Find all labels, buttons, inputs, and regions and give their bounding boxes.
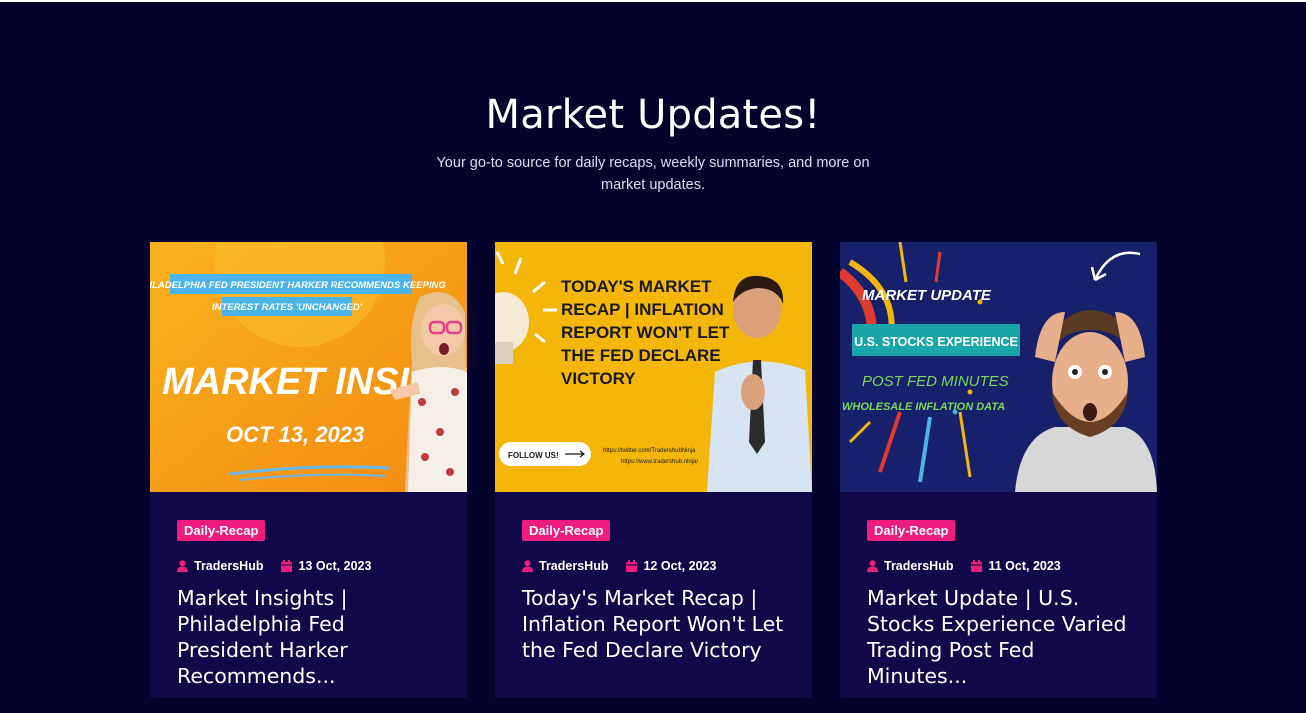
svg-text:VICTORY: VICTORY xyxy=(561,369,636,388)
author-name: TradersHub xyxy=(539,559,609,573)
page-subtitle: Your go-to source for daily recaps, week… xyxy=(436,155,870,193)
article-thumbnail[interactable]: PHILADELPHIA FED PRESIDENT HARKER RECOMM… xyxy=(150,242,467,492)
article-card[interactable]: TODAY'S MARKET RECAP | INFLATION REPORT … xyxy=(495,242,812,698)
category-tag[interactable]: Daily-Recap xyxy=(867,520,956,541)
category-tag[interactable]: Daily-Recap xyxy=(177,520,266,541)
svg-text:TODAY'S MARKET: TODAY'S MARKET xyxy=(561,277,712,296)
article-title[interactable]: Today's Market Recap | Inflation Report … xyxy=(522,585,785,663)
svg-text:OCT 13, 2023: OCT 13, 2023 xyxy=(226,422,364,447)
user-icon xyxy=(522,560,533,572)
section-header: Market Updates! Your go-to source for da… xyxy=(0,92,1306,196)
author-name: TradersHub xyxy=(194,559,264,573)
article-meta: TradersHub 13 Oct, 2023 xyxy=(177,559,440,573)
svg-text:REPORT WON'T LET: REPORT WON'T LET xyxy=(561,323,730,342)
svg-text:RECAP | INFLATION: RECAP | INFLATION xyxy=(561,300,724,319)
svg-text:WHOLESALE INFLATION DATA: WHOLESALE INFLATION DATA xyxy=(842,401,1005,413)
calendar-icon xyxy=(281,560,293,572)
article-card[interactable]: MARKET UPDATE U.S. STOCKS EXPERIENCE POS… xyxy=(840,242,1157,698)
article-card[interactable]: PHILADELPHIA FED PRESIDENT HARKER RECOMM… xyxy=(150,242,467,698)
page-title: Market Updates! xyxy=(485,92,821,138)
article-thumbnail[interactable]: TODAY'S MARKET RECAP | INFLATION REPORT … xyxy=(495,242,812,492)
calendar-icon xyxy=(626,560,638,572)
svg-text:POST FED MINUTES: POST FED MINUTES xyxy=(862,373,1009,390)
svg-text:U.S. STOCKS EXPERIENCE: U.S. STOCKS EXPERIENCE xyxy=(854,335,1018,349)
publish-date: 13 Oct, 2023 xyxy=(298,559,372,573)
article-title[interactable]: Market Insights | Philadelphia Fed Presi… xyxy=(177,585,440,689)
svg-text:MARKET UPDATE: MARKET UPDATE xyxy=(862,287,992,304)
article-title[interactable]: Market Update | U.S. Stocks Experience V… xyxy=(867,585,1130,689)
publish-date: 11 Oct, 2023 xyxy=(988,559,1061,573)
user-icon xyxy=(177,560,188,572)
svg-text:https://www.tradershub.ninja/: https://www.tradershub.ninja/ xyxy=(621,459,698,465)
article-meta: TradersHub 11 Oct, 2023 xyxy=(867,559,1130,573)
svg-text:THE FED DECLARE: THE FED DECLARE xyxy=(561,346,721,365)
svg-text:https://twitter.com/Tradershub: https://twitter.com/TradershubNinja xyxy=(603,448,696,454)
card-list: PHILADELPHIA FED PRESIDENT HARKER RECOMM… xyxy=(150,242,1157,698)
author-name: TradersHub xyxy=(884,559,954,573)
category-tag[interactable]: Daily-Recap xyxy=(522,520,611,541)
user-icon xyxy=(867,560,878,572)
article-meta: TradersHub 12 Oct, 2023 xyxy=(522,559,785,573)
calendar-icon xyxy=(971,560,983,572)
svg-text:FOLLOW US!: FOLLOW US! xyxy=(508,451,559,460)
publish-date: 12 Oct, 2023 xyxy=(643,559,717,573)
article-thumbnail[interactable]: MARKET UPDATE U.S. STOCKS EXPERIENCE POS… xyxy=(840,242,1157,492)
svg-text:PHILADELPHIA FED PRESIDENT HAR: PHILADELPHIA FED PRESIDENT HARKER RECOMM… xyxy=(150,280,446,291)
top-border xyxy=(0,0,1306,2)
svg-text:INTEREST RATES 'UNCHANGED': INTEREST RATES 'UNCHANGED' xyxy=(212,302,363,313)
